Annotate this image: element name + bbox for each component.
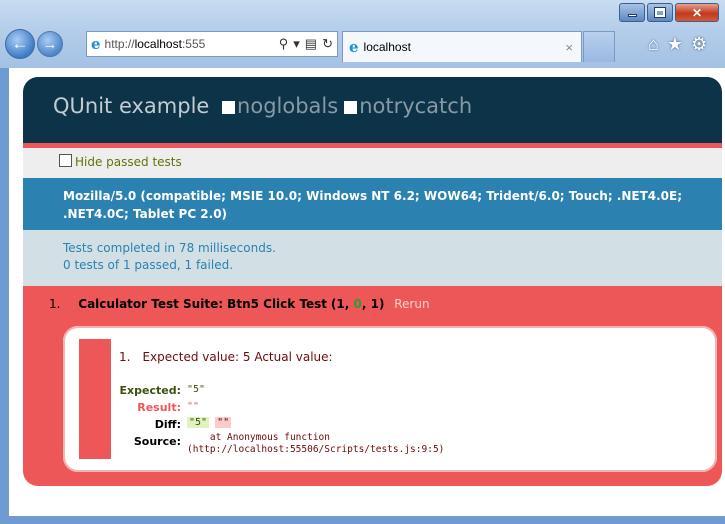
diff-inserted: "5" (187, 417, 210, 428)
qunit-toolbar: Hide passed tests (23, 148, 722, 178)
tab-close-icon[interactable]: × (565, 40, 573, 55)
maximize-icon (654, 7, 666, 18)
noglobals-checkbox[interactable] (222, 100, 236, 114)
summary-counts: 0 tests of 1 passed, 1 failed. (63, 258, 234, 272)
failed-count: 1 (336, 297, 345, 311)
minimize-icon (627, 14, 637, 17)
test-list: 1. Calculator Test Suite: Btn5 Click Tes… (23, 286, 722, 486)
diff-value: "5" "" (187, 417, 232, 428)
address-host: localhost (134, 37, 182, 51)
source-line1: at Anonymous function (187, 432, 330, 443)
dropdown-icon[interactable]: ▾ (293, 36, 300, 52)
close-window-button[interactable]: ✕ (675, 3, 719, 22)
window-frame-bottom (0, 516, 725, 524)
test-name[interactable]: Calculator Test Suite: Btn5 Click Test (78, 297, 327, 311)
favorites-star-icon[interactable]: ★ (667, 34, 683, 55)
address-suffix: :555 (181, 37, 206, 51)
assertion-number: 1. (119, 350, 131, 364)
total-count: 1 (370, 297, 379, 311)
noglobals-label[interactable]: noglobals (237, 94, 338, 118)
diff-deleted: "" (215, 417, 232, 428)
refresh-icon[interactable]: ↻ (322, 36, 333, 52)
ie-page-icon: e (91, 35, 101, 53)
result-label: Result: (137, 401, 181, 414)
page-title[interactable]: QUnit example (53, 94, 209, 118)
minimize-button[interactable] (619, 3, 645, 22)
address-bar[interactable]: e http://localhost:555 ⚲ ▾ ▤ ↻ (86, 31, 338, 57)
browser-chrome: ✕ ← → e http://localhost:555 ⚲ ▾ ▤ ↻ e l… (0, 0, 725, 68)
test-summary: Tests completed in 78 milliseconds. 0 te… (23, 230, 722, 286)
tab-title: localhost (363, 40, 411, 54)
source-label: Source: (133, 435, 181, 448)
page-content: QUnit example noglobals notrycatch Hide p… (8, 68, 725, 516)
back-button[interactable]: ← (5, 29, 35, 59)
rerun-link[interactable]: Rerun (394, 297, 429, 311)
user-agent-line2: .NET4.0C; Tablet PC 2.0) (63, 207, 228, 221)
qunit-header: QUnit example noglobals notrycatch (23, 77, 722, 143)
test-counts: (1, 0, 1) (330, 297, 385, 311)
test-item-header[interactable]: 1. Calculator Test Suite: Btn5 Click Tes… (49, 297, 430, 311)
passed-count: 0 (353, 297, 362, 311)
result-value: "" (187, 401, 200, 412)
compatibility-view-icon[interactable]: ▤ (305, 36, 317, 52)
settings-gear-icon[interactable]: ⚙ (691, 34, 707, 55)
hide-passed-label[interactable]: Hide passed tests (75, 155, 182, 169)
maximize-button[interactable] (647, 3, 673, 22)
diff-label: Diff: (154, 418, 181, 431)
notrycatch-checkbox[interactable] (344, 100, 358, 114)
ie-tab-icon: e (349, 38, 359, 56)
toolbar-icons: ⌂ ★ ⚙ (648, 34, 707, 55)
assertion-text: Expected value: 5 Actual value: (142, 350, 333, 364)
arrow-right-icon: → (42, 35, 58, 53)
assertion-list: 1. Expected value: 5 Actual value: Expect… (63, 326, 717, 472)
expected-label: Expected: (119, 384, 181, 397)
user-agent: Mozilla/5.0 (compatible; MSIE 10.0; Wind… (23, 178, 722, 230)
fail-marker (79, 339, 111, 459)
tab-localhost[interactable]: e localhost × (342, 31, 582, 62)
test-number: 1. (49, 297, 61, 311)
assertion-message: 1. Expected value: 5 Actual value: (119, 350, 333, 364)
search-icon[interactable]: ⚲ (279, 36, 289, 52)
arrow-left-icon: ← (11, 34, 29, 53)
source-value: at Anonymous function (http://localhost:… (187, 432, 444, 456)
user-agent-line1: Mozilla/5.0 (compatible; MSIE 10.0; Wind… (63, 189, 683, 203)
address-tools: ⚲ ▾ ▤ ↻ (279, 36, 333, 52)
hide-passed-checkbox[interactable] (59, 154, 72, 167)
home-icon[interactable]: ⌂ (648, 34, 659, 55)
new-tab-button[interactable] (583, 31, 615, 62)
close-icon: ✕ (691, 5, 703, 20)
forward-button[interactable]: → (37, 31, 63, 57)
notrycatch-label[interactable]: notrycatch (359, 94, 472, 118)
address-prefix: http:// (104, 37, 135, 51)
expected-value: "5" (187, 384, 206, 395)
source-line2: (http://localhost:55506/Scripts/tests.js… (187, 444, 445, 455)
summary-time: Tests completed in 78 milliseconds. (63, 241, 276, 255)
